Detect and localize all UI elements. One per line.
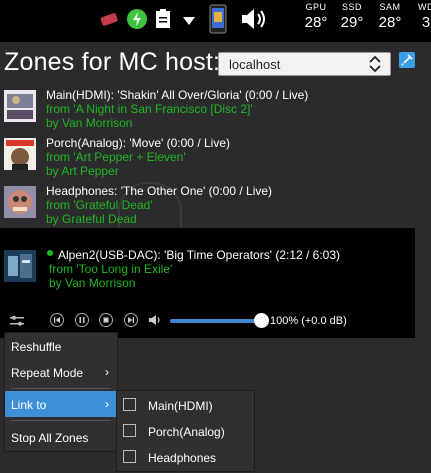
submenu-item-label: Porch(Analog) bbox=[148, 425, 225, 439]
pin-button[interactable] bbox=[399, 52, 415, 68]
album-cover bbox=[4, 138, 36, 170]
previous-icon bbox=[54, 317, 60, 323]
phone-icon[interactable] bbox=[209, 4, 227, 39]
menu-item-label: Repeat Mode bbox=[11, 366, 84, 380]
zone-album: from 'Grateful Dead' bbox=[46, 198, 153, 212]
album-cover bbox=[4, 250, 36, 282]
submenu-item-label: Main(HDMI) bbox=[148, 399, 213, 413]
temp-label: WD bbox=[418, 2, 431, 12]
chevron-right-icon: › bbox=[105, 397, 109, 411]
zone-context-menu: Reshuffle Repeat Mode › Link to › Stop A… bbox=[4, 332, 118, 452]
mute-button[interactable] bbox=[148, 313, 162, 327]
speaker-icon bbox=[149, 315, 160, 325]
volume-slider-handle[interactable] bbox=[254, 313, 269, 328]
zone-artist: by Van Morrison bbox=[46, 116, 133, 130]
dropdown-icon[interactable] bbox=[182, 13, 196, 31]
submenu-item-porch-analog[interactable]: Porch(Analog) bbox=[117, 418, 254, 444]
zone-now-playing: Alpen2(USB-DAC): 'Big Time Operators' (2… bbox=[58, 248, 341, 262]
playing-indicator-icon bbox=[47, 250, 53, 256]
album-cover bbox=[4, 186, 36, 218]
temp-value: 3 bbox=[421, 14, 431, 31]
settings-sliders-icon bbox=[10, 315, 24, 326]
speaker-icon[interactable] bbox=[240, 6, 268, 37]
menu-item-reshuffle[interactable]: Reshuffle bbox=[5, 333, 117, 359]
zone-album: from 'Art Pepper + Eleven' bbox=[46, 150, 186, 164]
pin-icon bbox=[401, 54, 413, 66]
pause-icon bbox=[79, 317, 85, 323]
zone-artist: by Van Morrison bbox=[49, 276, 136, 290]
zone-artist: by Grateful Dead bbox=[46, 212, 137, 226]
stop-icon bbox=[103, 317, 109, 323]
checkbox[interactable] bbox=[123, 424, 136, 437]
volume-readout: 100% (+0.0 dB) bbox=[270, 315, 347, 327]
menu-divider bbox=[11, 388, 111, 389]
next-button[interactable] bbox=[124, 313, 138, 327]
zone-album: from 'Too Long in Exile' bbox=[49, 262, 173, 276]
checkbox[interactable] bbox=[123, 398, 136, 411]
clipboard-icon[interactable] bbox=[155, 9, 171, 34]
submenu-item-label: Headphones bbox=[148, 451, 217, 465]
next-icon bbox=[128, 317, 134, 323]
zone-options-button[interactable] bbox=[8, 313, 26, 329]
stop-button[interactable] bbox=[99, 313, 113, 327]
checkbox[interactable] bbox=[123, 450, 136, 463]
menu-item-stop-all-zones[interactable]: Stop All Zones bbox=[5, 424, 117, 450]
album-cover bbox=[4, 90, 36, 122]
menu-item-repeat-mode[interactable]: Repeat Mode › bbox=[5, 359, 117, 385]
host-select[interactable]: localhost bbox=[218, 52, 391, 76]
submenu-item-main-hdmi[interactable]: Main(HDMI) bbox=[117, 392, 254, 418]
chevron-right-icon: › bbox=[105, 365, 109, 379]
zone-artist: by Art Pepper bbox=[46, 164, 119, 178]
pause-button[interactable] bbox=[75, 313, 89, 327]
temp-wd: WD 3 bbox=[404, 2, 431, 31]
zone-now-playing: Headphones: 'The Other One' (0:00 / Live… bbox=[46, 184, 273, 198]
zone-album: from 'A Night in San Francisco [Disc 2]' bbox=[46, 102, 253, 116]
system-tray: GPU 28° SSD 29° SAM 28° WD 3 bbox=[0, 0, 431, 40]
battery-icon[interactable] bbox=[98, 10, 122, 33]
previous-button[interactable] bbox=[50, 313, 64, 327]
updown-arrows-icon bbox=[369, 55, 381, 73]
menu-item-label: Stop All Zones bbox=[11, 431, 89, 445]
zone-now-playing: Main(HDMI): 'Shakin' All Over/Gloria' (0… bbox=[46, 88, 309, 102]
link-to-submenu: Main(HDMI) Porch(Analog) Headphones bbox=[116, 390, 255, 472]
menu-item-label: Reshuffle bbox=[11, 340, 62, 354]
menu-divider bbox=[11, 420, 111, 421]
menu-item-label: Link to bbox=[11, 398, 47, 412]
submenu-item-headphones[interactable]: Headphones bbox=[117, 444, 254, 470]
window-title: Zones for MC host: bbox=[4, 48, 221, 76]
host-select-value: localhost bbox=[229, 57, 281, 72]
power-icon[interactable] bbox=[126, 8, 148, 35]
volume-slider-track[interactable] bbox=[170, 319, 262, 323]
menu-item-link-to[interactable]: Link to › bbox=[5, 391, 117, 417]
zone-now-playing: Porch(Analog): 'Move' (0:00 / Live) bbox=[46, 136, 230, 150]
